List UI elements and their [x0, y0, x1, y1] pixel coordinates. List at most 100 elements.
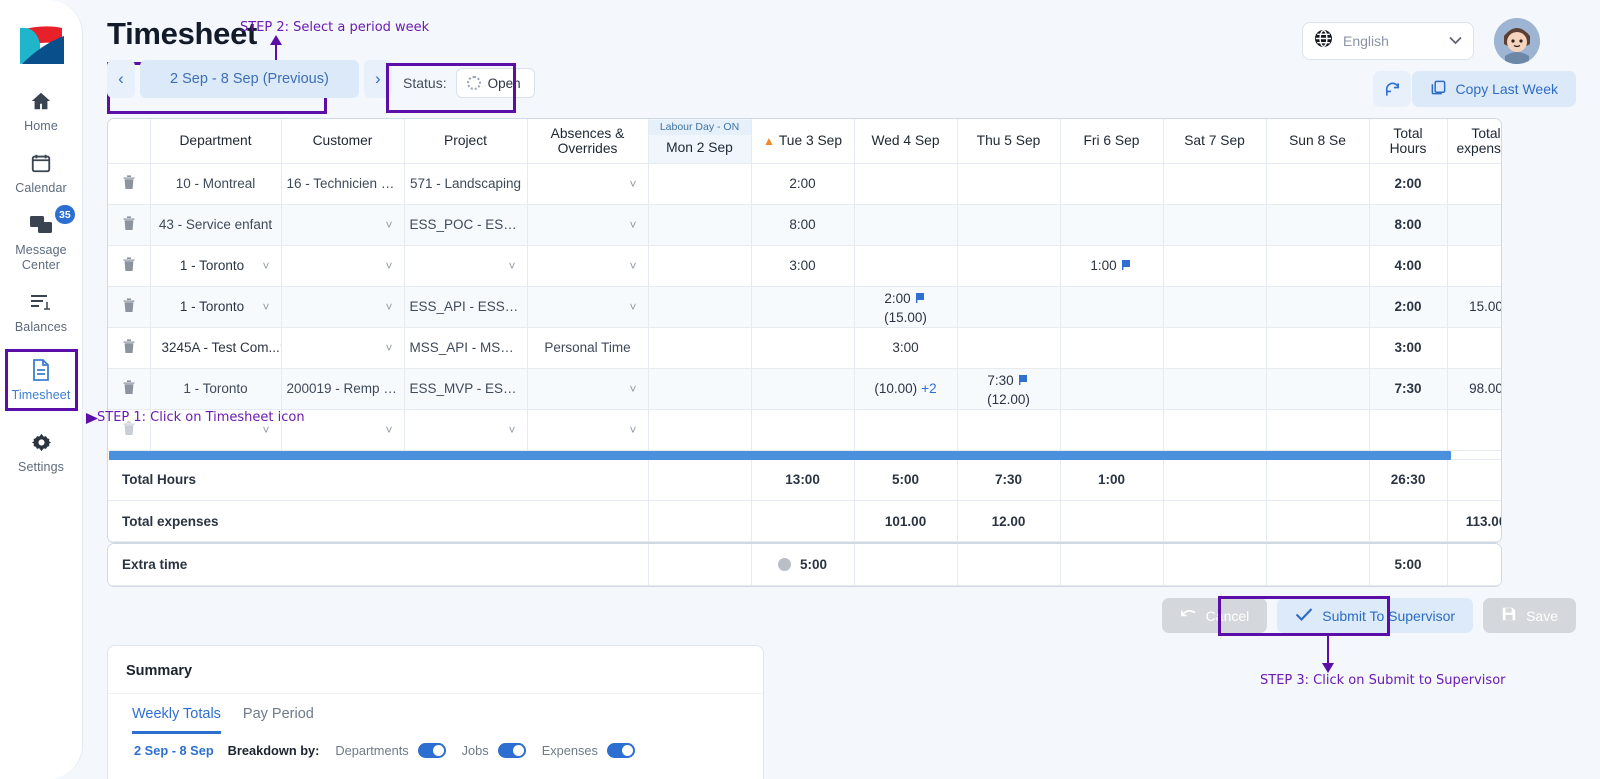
cell-thu[interactable]	[957, 327, 1061, 369]
cell-customer[interactable]: ˅	[281, 245, 405, 287]
cell-department[interactable]: 10 - Montreal	[150, 163, 282, 205]
cell-absence[interactable]: ˅	[527, 245, 649, 287]
cell-tue[interactable]	[751, 327, 855, 369]
cell-sun[interactable]	[1266, 163, 1370, 205]
cell-project[interactable]: ˅	[404, 409, 528, 451]
cell-wed[interactable]	[854, 409, 958, 451]
cell-customer[interactable]: ˅	[281, 327, 405, 369]
chevron-down-icon[interactable]: ˅	[385, 218, 392, 232]
cell-project[interactable]: 571 - Landscaping	[404, 163, 528, 205]
prev-week-button[interactable]: ‹	[107, 60, 135, 98]
delete-row-button[interactable]	[108, 204, 151, 246]
chevron-down-icon[interactable]: ˅	[385, 423, 392, 437]
cancel-button[interactable]: Cancel	[1161, 598, 1268, 633]
cell-customer[interactable]: ˅	[281, 204, 405, 246]
col-header-sun[interactable]: Sun 8 Se	[1266, 119, 1370, 164]
cell-department[interactable]: 1 - Toronto ˅	[150, 286, 282, 328]
trash-icon[interactable]	[122, 215, 136, 235]
chevron-down-icon[interactable]: ˅	[629, 259, 636, 273]
cell-sat[interactable]	[1163, 409, 1267, 451]
cell-project[interactable]: ESS_POC - ESS_P...	[404, 204, 528, 246]
cell-project[interactable]: ESS_API - ESS_AP...	[404, 286, 528, 328]
cell-department[interactable]: 1 - Toronto ˅	[150, 245, 282, 287]
cell-thu[interactable]	[957, 245, 1061, 287]
cell-sun[interactable]	[1266, 409, 1370, 451]
cell-tue[interactable]: 8:00	[751, 204, 855, 246]
cell-fri[interactable]: 1:00	[1060, 245, 1164, 287]
cell-absence[interactable]: ˅	[527, 409, 649, 451]
trash-icon[interactable]	[122, 379, 136, 399]
submit-to-supervisor-button[interactable]: Submit To Supervisor	[1277, 598, 1474, 633]
toggle-expenses[interactable]	[606, 743, 635, 758]
cell-wed[interactable]	[854, 163, 958, 205]
delete-row-button[interactable]	[108, 368, 151, 410]
chevron-down-icon[interactable]: ˅	[385, 341, 392, 355]
cell-absence[interactable]: ˅	[527, 368, 649, 410]
cell-fri[interactable]	[1060, 204, 1164, 246]
cell-absence[interactable]: ˅	[527, 163, 649, 205]
cell-customer[interactable]: ˅	[281, 286, 405, 328]
cell-tue[interactable]	[751, 286, 855, 328]
chevron-down-icon[interactable]: ˅	[262, 300, 269, 314]
cell-fri[interactable]	[1060, 286, 1164, 328]
cell-sat[interactable]	[1163, 204, 1267, 246]
col-header-sat[interactable]: Sat 7 Sep	[1163, 119, 1267, 164]
cell-project[interactable]: MSS_API - MSS_A...	[404, 327, 528, 369]
col-header-mon[interactable]: Labour Day - ON Mon 2 Sep	[647, 119, 752, 164]
cell-mon[interactable]	[647, 286, 752, 328]
delete-row-button[interactable]	[108, 163, 151, 205]
cell-tue[interactable]: 3:00	[751, 245, 855, 287]
cell-tue[interactable]	[751, 368, 855, 410]
cell-thu[interactable]: 7:30 (12.00)	[957, 368, 1061, 410]
sidebar-item-timesheet[interactable]: Timesheet	[0, 349, 83, 411]
col-header-thu[interactable]: Thu 5 Sep	[957, 119, 1061, 164]
sidebar-item-settings[interactable]: Settings	[0, 429, 83, 475]
cell-mon[interactable]	[647, 409, 752, 451]
copy-last-week-button[interactable]: Copy Last Week	[1411, 71, 1576, 107]
chevron-down-icon[interactable]: ˅	[262, 259, 269, 273]
chevron-down-icon[interactable]: ˅	[629, 177, 636, 191]
col-header-absences[interactable]: Absences & Overrides	[527, 119, 649, 164]
language-select[interactable]: English	[1302, 22, 1474, 60]
sidebar-item-home[interactable]: Home	[0, 88, 83, 134]
sidebar-item-balances[interactable]: Balances	[0, 289, 83, 335]
cell-mon[interactable]	[647, 245, 752, 287]
cell-thu[interactable]	[957, 286, 1061, 328]
more-entries-link[interactable]: +2	[921, 381, 936, 396]
cell-wed[interactable]	[854, 204, 958, 246]
cell-absence[interactable]: ˅	[527, 204, 649, 246]
cell-mon[interactable]	[647, 327, 752, 369]
sidebar-item-message-center[interactable]: 35 Message Center	[0, 205, 83, 273]
cell-sun[interactable]	[1266, 368, 1370, 410]
next-week-button[interactable]: ›	[363, 60, 392, 98]
chevron-down-icon[interactable]: ˅	[629, 382, 636, 396]
cell-sat[interactable]	[1163, 327, 1267, 369]
cell-thu[interactable]	[957, 204, 1061, 246]
chevron-down-icon[interactable]: ˅	[385, 259, 392, 273]
trash-icon[interactable]	[122, 338, 136, 358]
cell-customer[interactable]: 200019 - Remp de...	[281, 368, 405, 410]
cell-customer[interactable]: 16 - Technicien en...	[281, 163, 405, 205]
toggle-departments[interactable]	[417, 743, 446, 758]
cell-sun[interactable]	[1266, 204, 1370, 246]
status-badge[interactable]: Open	[455, 68, 535, 98]
comment-flag-icon[interactable]	[915, 293, 927, 306]
cell-mon[interactable]	[647, 204, 752, 246]
col-header-department[interactable]: Department	[150, 119, 282, 164]
cell-wed[interactable]: (10.00) +2	[854, 368, 958, 410]
cell-mon[interactable]	[647, 163, 752, 205]
col-header-wed[interactable]: Wed 4 Sep	[854, 119, 958, 164]
cell-sun[interactable]	[1266, 286, 1370, 328]
trash-icon[interactable]	[122, 174, 136, 194]
cell-project[interactable]: ESS_MVP - ESS_...	[404, 368, 528, 410]
toggle-jobs[interactable]	[497, 743, 526, 758]
cell-wed[interactable]: 2:00 (15.00)	[854, 286, 958, 328]
tab-weekly-totals[interactable]: Weekly Totals	[132, 706, 221, 734]
cell-thu[interactable]	[957, 163, 1061, 205]
week-range-button[interactable]: 2 Sep - 8 Sep (Previous)	[140, 60, 359, 98]
comment-flag-icon[interactable]	[1018, 375, 1030, 388]
cell-mon[interactable]	[647, 368, 752, 410]
cell-absence[interactable]: ˅	[527, 286, 649, 328]
delete-row-button[interactable]	[108, 327, 151, 369]
refresh-button[interactable]	[1373, 71, 1411, 107]
